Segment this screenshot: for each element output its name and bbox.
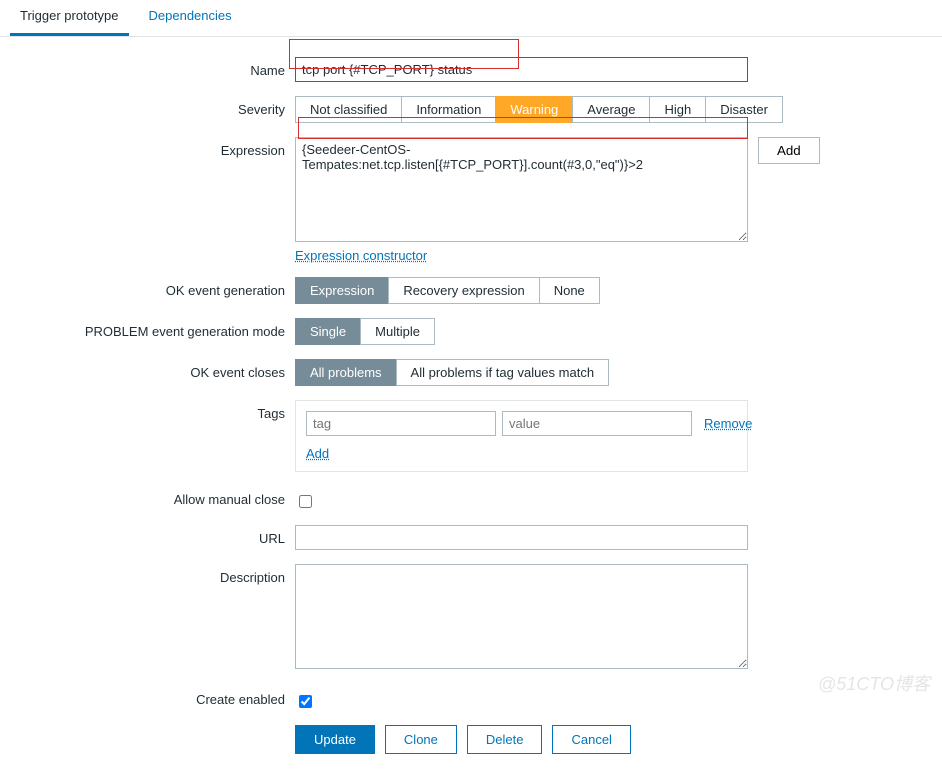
ok-gen-expression[interactable]: Expression [295, 277, 389, 304]
label-expression: Expression [0, 137, 295, 158]
form: Name Severity Not classified Information… [0, 37, 942, 774]
label-allow-manual: Allow manual close [0, 486, 295, 507]
severity-not-classified[interactable]: Not classified [295, 96, 402, 123]
closes-all[interactable]: All problems [295, 359, 397, 386]
severity-information[interactable]: Information [401, 96, 496, 123]
delete-button[interactable]: Delete [467, 725, 543, 754]
label-ok-closes: OK event closes [0, 359, 295, 380]
name-input[interactable] [295, 57, 748, 82]
description-textarea[interactable] [295, 564, 748, 669]
closes-tag[interactable]: All problems if tag values match [396, 359, 610, 386]
tab-dependencies[interactable]: Dependencies [139, 0, 242, 36]
expression-constructor-link[interactable]: Expression constructor [295, 248, 427, 263]
severity-disaster[interactable]: Disaster [705, 96, 783, 123]
label-create-enabled: Create enabled [0, 686, 295, 707]
tag-name-input[interactable] [306, 411, 496, 436]
ok-gen-none[interactable]: None [539, 277, 600, 304]
tab-trigger-prototype[interactable]: Trigger prototype [10, 0, 129, 36]
severity-high[interactable]: High [649, 96, 706, 123]
update-button[interactable]: Update [295, 725, 375, 754]
url-input[interactable] [295, 525, 748, 550]
tags-box: Remove Add [295, 400, 748, 472]
label-url: URL [0, 525, 295, 546]
severity-group: Not classified Information Warning Avera… [295, 96, 783, 123]
label-description: Description [0, 564, 295, 585]
tag-remove-link[interactable]: Remove [704, 416, 752, 431]
label-name: Name [0, 57, 295, 78]
severity-average[interactable]: Average [572, 96, 650, 123]
tag-value-input[interactable] [502, 411, 692, 436]
create-enabled-checkbox[interactable] [299, 695, 312, 708]
watermark: @51CTO博客 [818, 670, 930, 696]
ok-gen-recovery[interactable]: Recovery expression [388, 277, 539, 304]
cancel-button[interactable]: Cancel [552, 725, 630, 754]
ok-closes-group: All problems All problems if tag values … [295, 359, 609, 386]
tabs: Trigger prototype Dependencies [0, 0, 942, 37]
tag-add-link[interactable]: Add [306, 446, 329, 461]
action-row: Update Clone Delete Cancel [295, 725, 942, 754]
problem-mode-group: Single Multiple [295, 318, 435, 345]
allow-manual-checkbox[interactable] [299, 495, 312, 508]
problem-multiple[interactable]: Multiple [360, 318, 435, 345]
problem-single[interactable]: Single [295, 318, 361, 345]
label-problem-mode: PROBLEM event generation mode [0, 318, 295, 339]
expression-textarea[interactable] [295, 137, 748, 242]
label-tags: Tags [0, 400, 295, 421]
severity-warning[interactable]: Warning [495, 96, 573, 123]
clone-button[interactable]: Clone [385, 725, 457, 754]
expression-add-button[interactable]: Add [758, 137, 820, 164]
label-severity: Severity [0, 96, 295, 117]
ok-event-gen-group: Expression Recovery expression None [295, 277, 600, 304]
label-ok-event-gen: OK event generation [0, 277, 295, 298]
